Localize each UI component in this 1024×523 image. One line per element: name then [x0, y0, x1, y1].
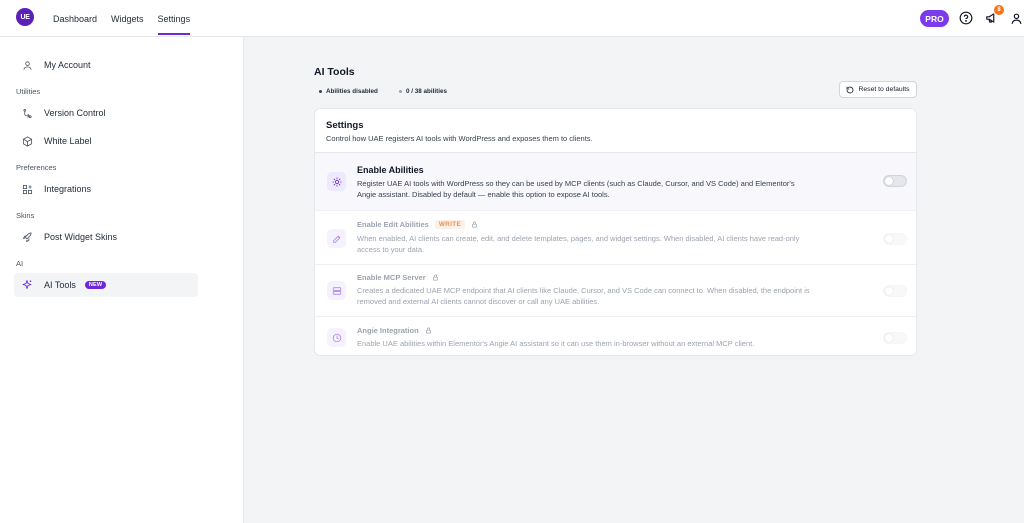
- top-bar: UE Dashboard Widgets Settings PRO 8: [0, 0, 1024, 37]
- setting-title: Enable MCP Server: [357, 273, 426, 282]
- help-button[interactable]: [957, 9, 975, 27]
- setting-row-angie-integration: Angie Integration Enable UAE abilities w…: [315, 317, 916, 355]
- grid-plus-icon: [20, 182, 34, 196]
- enable-abilities-toggle[interactable]: [883, 175, 907, 187]
- nav-widgets[interactable]: Widgets: [111, 0, 144, 37]
- setting-title-wrap: Angie Integration: [357, 326, 432, 335]
- reset-icon: [847, 86, 854, 93]
- angie-integration-toggle[interactable]: [883, 332, 907, 344]
- lock-icon: [425, 327, 432, 334]
- reset-to-defaults-button[interactable]: Reset to defaults: [839, 81, 917, 98]
- status-chip-count: 0 / 38 abilities: [394, 85, 452, 97]
- settings-card-subtitle: Control how UAE registers AI tools with …: [326, 134, 593, 143]
- setting-description: Creates a dedicated UAE MCP endpoint tha…: [357, 286, 810, 306]
- brand-logo[interactable]: UE: [16, 8, 34, 26]
- new-badge: NEW: [84, 281, 107, 289]
- write-badge: WRITE: [434, 220, 466, 229]
- setting-description: When enabled, AI clients can create, edi…: [357, 234, 800, 254]
- announcements-button[interactable]: 8: [983, 5, 1004, 27]
- version-icon: [20, 106, 34, 120]
- enable-edit-abilities-toggle[interactable]: [883, 233, 907, 245]
- sidebar-item-label: My Account: [44, 60, 91, 70]
- user-icon: [1011, 13, 1021, 24]
- status-dot: [319, 89, 322, 93]
- setting-description: Register UAE AI tools with WordPress so …: [357, 179, 795, 199]
- box-icon: [20, 134, 34, 148]
- sidebar-item-version-control[interactable]: Version Control: [14, 101, 198, 125]
- setting-title: Enable Edit Abilities: [357, 220, 429, 229]
- nav-dashboard[interactable]: Dashboard: [53, 0, 97, 37]
- sidebar-section-skins: Skins: [16, 211, 35, 220]
- sidebar-item-label: Post Widget Skins: [44, 232, 118, 242]
- setting-title-wrap: Enable MCP Server: [357, 273, 439, 282]
- reset-label: Reset to defaults: [858, 86, 910, 93]
- lock-icon: [432, 274, 439, 281]
- sidebar-item-label: Integrations: [44, 184, 92, 194]
- main-nav: Dashboard Widgets Settings: [53, 0, 190, 37]
- sidebar-item-ai-tools[interactable]: AI Tools NEW: [14, 273, 198, 297]
- pro-badge[interactable]: PRO: [920, 10, 949, 27]
- settings-card-title: Settings: [326, 120, 364, 131]
- setting-description: Enable UAE abilities within Elementor's …: [357, 339, 755, 348]
- sidebar-item-label: White Label: [44, 136, 92, 146]
- sidebar-section-ai: AI: [16, 259, 24, 268]
- sidebar-item-label: AI Tools: [44, 280, 76, 290]
- sidebar-item-label: Version Control: [44, 108, 106, 118]
- toggle-knob: [885, 177, 893, 185]
- help-circle-icon: [959, 11, 973, 25]
- sidebar-item-my-account[interactable]: My Account: [14, 53, 198, 77]
- sparkle-icon: [20, 278, 34, 292]
- server-icon: [327, 281, 346, 300]
- rocket-icon: [20, 230, 34, 244]
- setting-row-enable-abilities: Enable Abilities Register UAE AI tools w…: [315, 153, 916, 211]
- clock-icon: [327, 328, 346, 347]
- sidebar-section-utilities: Utilities: [16, 87, 41, 96]
- setting-row-enable-mcp-server: Enable MCP Server Creates a dedicated UA…: [315, 265, 916, 317]
- user-icon: [20, 58, 34, 72]
- notification-count: 8: [994, 5, 1004, 15]
- setting-row-enable-edit-abilities: Enable Edit Abilities WRITE When enabled…: [315, 211, 916, 265]
- settings-card: Settings Control how UAE registers AI to…: [314, 108, 917, 356]
- status-chip-label: Abilities disabled: [326, 87, 378, 95]
- nav-settings[interactable]: Settings: [157, 0, 190, 37]
- lock-icon: [471, 221, 478, 228]
- setting-title-wrap: Enable Edit Abilities WRITE: [357, 220, 478, 229]
- toggle-knob: [885, 334, 893, 342]
- sidebar: My Account Utilities Version Control Whi…: [0, 37, 244, 523]
- setting-title: Enable Abilities: [357, 165, 424, 175]
- enable-mcp-server-toggle[interactable]: [883, 285, 907, 297]
- sidebar-item-white-label[interactable]: White Label: [14, 129, 198, 153]
- sidebar-item-integrations[interactable]: Integrations: [14, 177, 198, 201]
- status-chip-abilities: Abilities disabled: [314, 85, 383, 97]
- sidebar-item-post-widget-skins[interactable]: Post Widget Skins: [14, 225, 198, 249]
- status-chip-label: 0 / 38 abilities: [406, 87, 447, 95]
- settings-card-header: Settings Control how UAE registers AI to…: [315, 109, 916, 153]
- status-dot: [399, 89, 402, 93]
- account-button[interactable]: [1007, 9, 1024, 27]
- sidebar-section-preferences: Preferences: [16, 163, 57, 172]
- sun-icon: [327, 172, 346, 191]
- toggle-knob: [885, 235, 893, 243]
- page-title: AI Tools: [314, 66, 355, 78]
- toggle-knob: [885, 287, 893, 295]
- edit-icon: [327, 229, 346, 248]
- setting-title: Angie Integration: [357, 326, 419, 335]
